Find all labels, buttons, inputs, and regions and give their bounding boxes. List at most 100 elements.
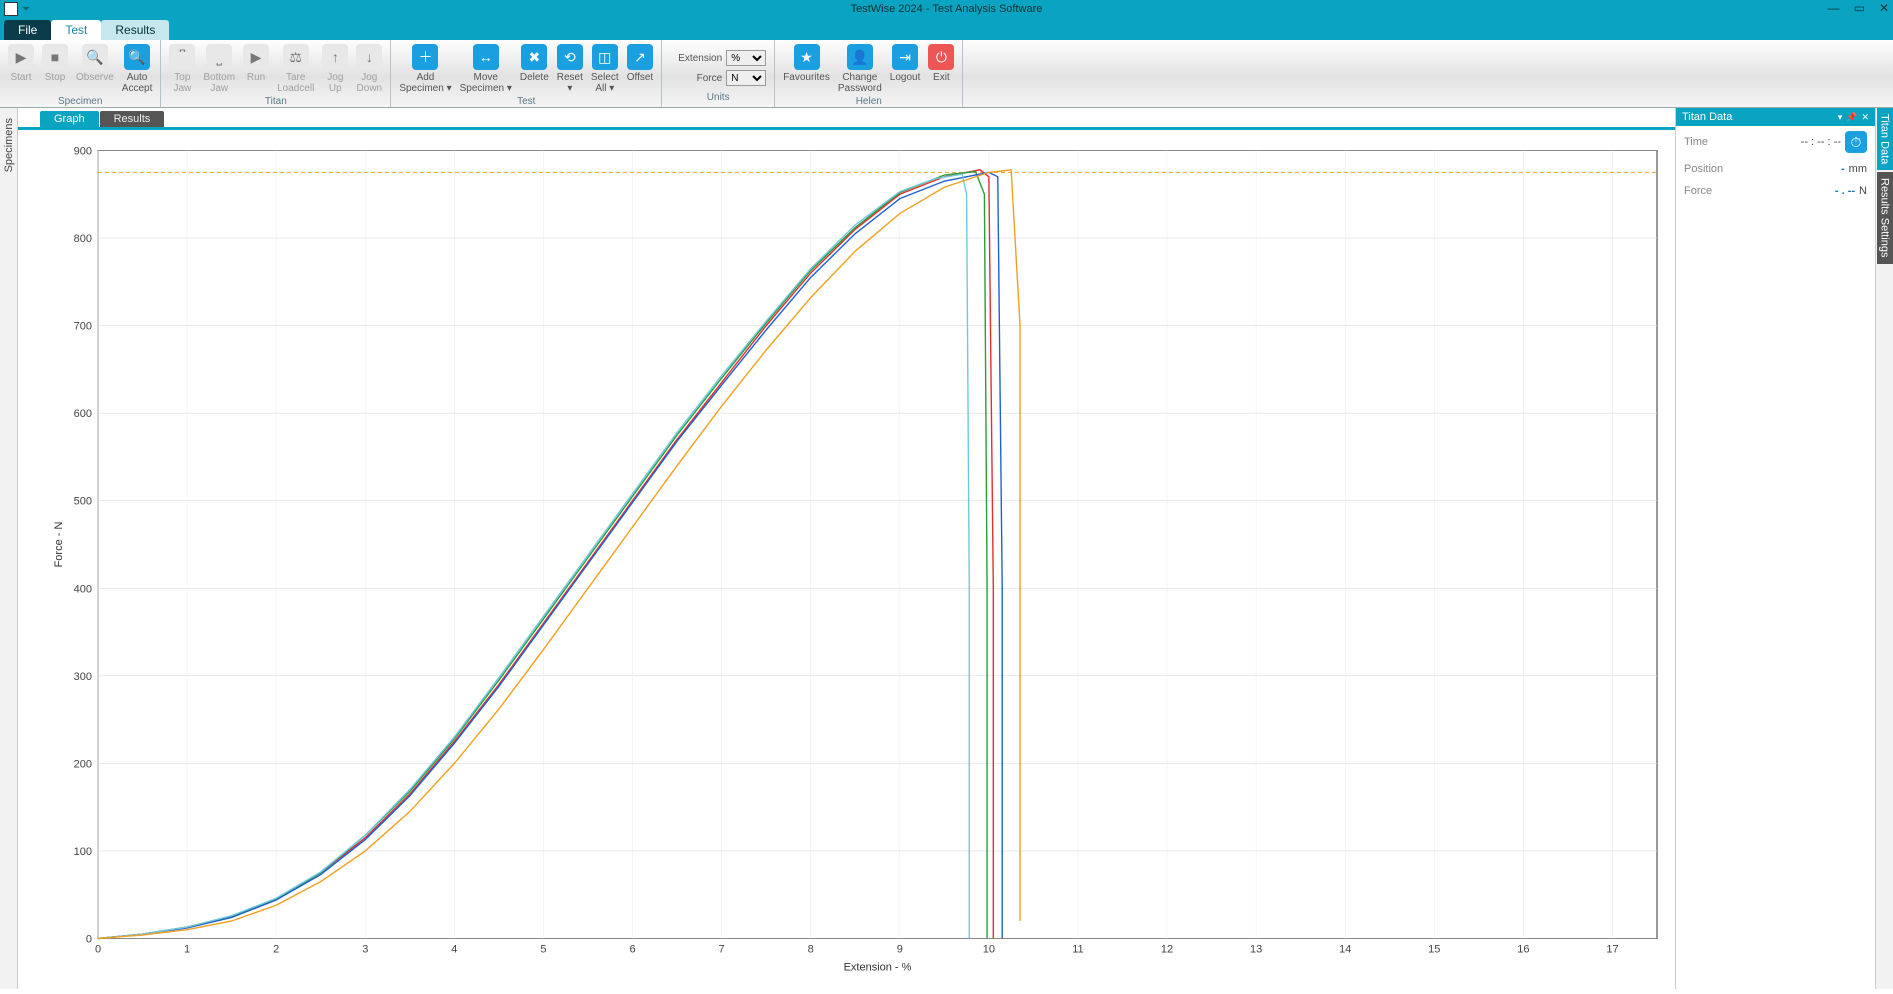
group-label-units: Units xyxy=(670,92,766,103)
force-value: - . -- xyxy=(1835,185,1855,197)
time-value: -- : -- : -- xyxy=(1801,136,1841,148)
magnifier-check-icon: 🔍 xyxy=(124,44,150,70)
logout-icon: ⇥ xyxy=(892,44,918,70)
favourites-button[interactable]: ★Favourites xyxy=(779,42,834,96)
svg-text:9: 9 xyxy=(897,944,903,956)
jog-down-button[interactable]: ↓Jog Down xyxy=(352,42,386,96)
star-icon: ★ xyxy=(794,44,820,70)
group-label-titan: Titan xyxy=(165,96,386,107)
force-unit: N xyxy=(1859,185,1867,197)
svg-text:Extension - %: Extension - % xyxy=(844,962,912,974)
svg-text:15: 15 xyxy=(1428,944,1440,956)
extension-unit-label: Extension xyxy=(670,53,726,64)
extension-unit-select[interactable]: % xyxy=(726,50,766,66)
menu-test[interactable]: Test xyxy=(51,20,101,40)
top-jaw-button[interactable]: ⎴Top Jaw xyxy=(165,42,199,96)
panel-pin-icon[interactable]: 📌 xyxy=(1846,112,1857,122)
center-tabs: Graph Results xyxy=(18,108,1675,130)
menu-results[interactable]: Results xyxy=(101,20,169,40)
panel-close-icon[interactable]: ✕ xyxy=(1861,112,1869,122)
run-icon: ▶ xyxy=(243,44,269,70)
svg-text:3: 3 xyxy=(362,944,368,956)
panel-menu-icon[interactable]: ▾ xyxy=(1838,112,1843,122)
plus-icon: ＋ xyxy=(412,44,438,70)
sidebar-tab-results-settings[interactable]: Results Settings xyxy=(1877,172,1893,263)
svg-text:4: 4 xyxy=(451,944,457,956)
clock-icon[interactable]: ⏱ xyxy=(1845,131,1867,153)
select-all-button[interactable]: ◫Select All ▾ xyxy=(587,42,623,96)
titan-data-panel: Titan Data ▾📌✕ Time -- : -- : --⏱ Positi… xyxy=(1675,108,1875,989)
svg-text:500: 500 xyxy=(74,496,92,508)
down-icon: ↓ xyxy=(356,44,382,70)
reset-icon: ⟲ xyxy=(557,44,583,70)
ribbon: ▶Start ■Stop 🔍Observe 🔍Auto Accept Speci… xyxy=(0,40,1893,108)
force-unit-select[interactable]: N xyxy=(726,70,766,86)
force-unit-label: Force xyxy=(670,73,726,84)
svg-text:16: 16 xyxy=(1517,944,1529,956)
sidebar-tab-titan-data[interactable]: Titan Data xyxy=(1877,108,1893,170)
power-icon: ⏻ xyxy=(928,44,954,70)
svg-text:2: 2 xyxy=(273,944,279,956)
position-value: - xyxy=(1841,163,1845,175)
svg-text:1: 1 xyxy=(184,944,190,956)
specimens-sidebar[interactable]: Specimens xyxy=(0,108,18,989)
reset-button[interactable]: ⟲Reset ▾ xyxy=(553,42,587,96)
window-title: TestWise 2024 - Test Analysis Software xyxy=(0,3,1893,15)
time-label: Time xyxy=(1684,136,1708,148)
svg-text:11: 11 xyxy=(1072,944,1083,956)
move-specimen-button[interactable]: ↔Move Specimen ▾ xyxy=(456,42,516,96)
svg-text:17: 17 xyxy=(1606,944,1618,956)
svg-text:5: 5 xyxy=(540,944,546,956)
svg-text:300: 300 xyxy=(74,671,92,683)
tab-results[interactable]: Results xyxy=(100,111,165,127)
change-password-button[interactable]: 👤Change Password xyxy=(834,42,886,96)
offset-icon: ↗ xyxy=(627,44,653,70)
force-extension-chart: 0100200300400500600700800900012345678910… xyxy=(48,138,1667,986)
jog-up-button[interactable]: ↑Jog Up xyxy=(318,42,352,96)
window-close-button[interactable]: ✕ xyxy=(1879,1,1889,15)
offset-button[interactable]: ↗Offset xyxy=(623,42,658,96)
right-sidebar: Titan Data Results Settings xyxy=(1875,108,1893,989)
window-minimize-button[interactable]: — xyxy=(1828,1,1840,15)
stop-icon: ■ xyxy=(42,44,68,70)
bottom-jaw-button[interactable]: ⎵Bottom Jaw xyxy=(199,42,239,96)
position-unit: mm xyxy=(1849,163,1867,175)
play-icon: ▶ xyxy=(8,44,34,70)
group-label-test: Test xyxy=(395,96,657,107)
svg-text:900: 900 xyxy=(74,146,92,158)
tare-button[interactable]: ⚖Tare Loadcell xyxy=(273,42,318,96)
svg-text:7: 7 xyxy=(719,944,725,956)
tab-graph[interactable]: Graph xyxy=(40,111,99,127)
svg-text:6: 6 xyxy=(629,944,635,956)
svg-text:100: 100 xyxy=(74,846,92,858)
up-icon: ↑ xyxy=(322,44,348,70)
chart-container: 0100200300400500600700800900012345678910… xyxy=(18,130,1675,994)
menu-file[interactable]: File xyxy=(4,20,51,40)
svg-text:800: 800 xyxy=(74,233,92,245)
run-button[interactable]: ▶Run xyxy=(239,42,273,96)
svg-text:700: 700 xyxy=(74,321,92,333)
start-button[interactable]: ▶Start xyxy=(4,42,38,96)
auto-accept-button[interactable]: 🔍Auto Accept xyxy=(118,42,157,96)
svg-text:0: 0 xyxy=(95,944,101,956)
bottom-jaw-icon: ⎵ xyxy=(206,44,232,70)
position-label: Position xyxy=(1684,163,1723,175)
magnifier-icon: 🔍 xyxy=(82,44,108,70)
svg-text:12: 12 xyxy=(1161,944,1173,956)
svg-text:Force - N: Force - N xyxy=(53,522,65,568)
stop-button[interactable]: ■Stop xyxy=(38,42,72,96)
menu-tabs: File Test Results xyxy=(0,18,1893,40)
window-maximize-button[interactable]: ▭ xyxy=(1854,1,1865,15)
svg-text:14: 14 xyxy=(1339,944,1351,956)
exit-button[interactable]: ⏻Exit xyxy=(924,42,958,96)
delete-button[interactable]: ✖Delete xyxy=(516,42,553,96)
top-jaw-icon: ⎴ xyxy=(169,44,195,70)
move-icon: ↔ xyxy=(473,44,499,70)
user-icon: 👤 xyxy=(847,44,873,70)
logout-button[interactable]: ⇥Logout xyxy=(886,42,925,96)
add-specimen-button[interactable]: ＋Add Specimen ▾ xyxy=(395,42,455,96)
svg-text:10: 10 xyxy=(983,944,995,956)
force-label: Force xyxy=(1684,185,1712,197)
svg-text:600: 600 xyxy=(74,408,92,420)
observe-button[interactable]: 🔍Observe xyxy=(72,42,118,96)
